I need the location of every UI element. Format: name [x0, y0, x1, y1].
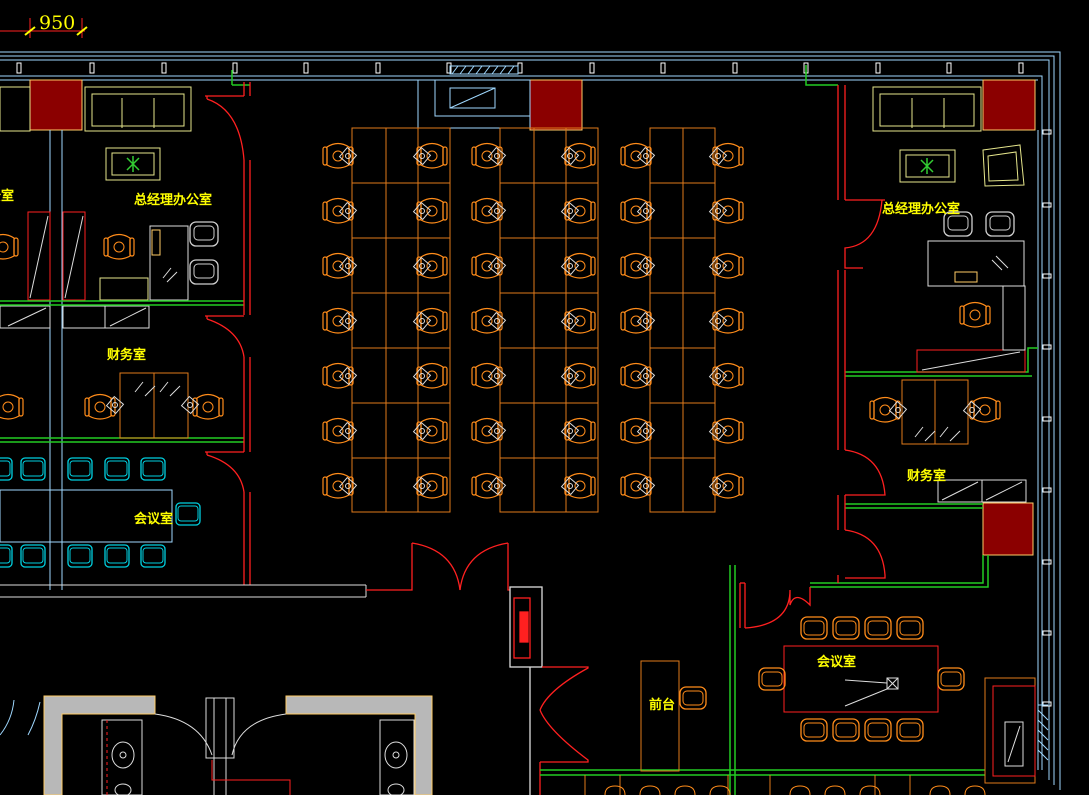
dimension-annotation: 950 [0, 12, 88, 38]
service-shaft [417, 79, 531, 129]
plant-icon [105, 147, 161, 181]
label-meeting-right: 会议室 [817, 654, 856, 670]
label-reception: 前台 [649, 697, 675, 713]
restroom-block [0, 695, 433, 795]
label-gm-office-right: 总经理办公室 [882, 201, 960, 217]
right-wing: 总经理办公室 财务室 会议室 前台 [540, 65, 1049, 795]
open-office [322, 127, 744, 513]
office-chair-icon [103, 233, 135, 260]
sink-icon [111, 741, 408, 795]
vent-hatch [449, 65, 519, 75]
label-meeting-left: 会议室 [134, 511, 173, 527]
label-finance-right: 财务室 [907, 468, 946, 484]
floor-plan: 950 室 总经理办公室 财务室 会议室 总经理办公室 财务室 会议室 前台 [0, 12, 1061, 795]
entrance [366, 542, 589, 795]
label-finance-left: 财务室 [107, 347, 146, 363]
label-gm-office-left-partial: 公室 [0, 188, 14, 204]
door-swing-icon [205, 95, 245, 161]
label-gm-office-left: 总经理办公室 [134, 192, 212, 208]
fire-extinguisher-icon [519, 611, 529, 643]
structural-columns [29, 79, 1036, 556]
dimension-value: 950 [39, 12, 75, 34]
left-wing: 公室 总经理办公室 财务室 会议室 [0, 70, 367, 598]
sofa-icon [0, 86, 192, 132]
meeting-chairs-right [758, 616, 965, 742]
